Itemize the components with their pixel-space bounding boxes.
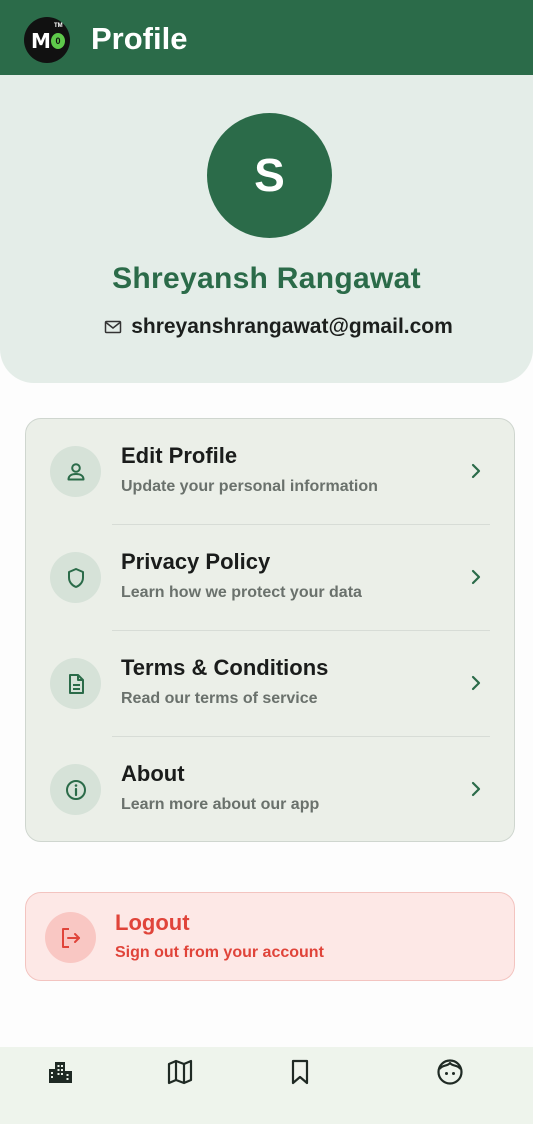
avatar: S — [207, 113, 332, 238]
user-email: shreyanshrangawat@gmail.com — [131, 315, 453, 338]
settings-menu: Edit Profile Update your personal inform… — [25, 418, 515, 842]
app-bar: M 0 TM Profile — [0, 0, 533, 75]
map-icon[interactable] — [166, 1058, 194, 1086]
logout-button[interactable]: Logout Sign out from your account — [25, 892, 515, 981]
chevron-right-icon — [471, 463, 481, 479]
email-row: shreyanshrangawat@gmail.com — [0, 315, 533, 339]
info-icon — [50, 764, 101, 815]
buildings-icon[interactable] — [46, 1058, 74, 1086]
menu-item-about[interactable]: About Learn more about our app — [26, 737, 514, 843]
app-logo: M 0 TM — [24, 17, 70, 63]
document-icon — [50, 658, 101, 709]
bottom-nav — [0, 1047, 533, 1124]
logout-title: Logout — [115, 910, 190, 935]
menu-item-title: Edit Profile — [121, 443, 238, 468]
logo-trademark: TM — [54, 23, 63, 29]
menu-item-title: Terms & Conditions — [121, 655, 329, 680]
shield-icon — [50, 552, 101, 603]
person-icon — [50, 446, 101, 497]
menu-item-edit-profile[interactable]: Edit Profile Update your personal inform… — [26, 419, 514, 525]
chevron-right-icon — [471, 569, 481, 585]
menu-item-title: About — [121, 761, 185, 786]
menu-item-title: Privacy Policy — [121, 549, 271, 574]
menu-item-subtitle: Read our terms of service — [121, 690, 318, 707]
menu-item-subtitle: Learn more about our app — [121, 796, 320, 813]
page-title: Profile — [91, 21, 188, 56]
user-name: Shreyansh Rangawat — [112, 262, 421, 295]
face-icon[interactable] — [436, 1058, 464, 1086]
logout-subtitle: Sign out from your account — [115, 944, 324, 961]
bookmark-icon[interactable] — [286, 1058, 314, 1086]
menu-item-subtitle: Learn how we protect your data — [121, 584, 362, 601]
logout-icon — [45, 912, 96, 963]
menu-item-privacy-policy[interactable]: Privacy Policy Learn how we protect your… — [26, 525, 514, 631]
profile-header: S Shreyansh Rangawat shreyanshrangawat@g… — [0, 75, 533, 383]
logo-badge: 0 — [51, 33, 65, 49]
mail-icon — [104, 320, 122, 334]
menu-item-subtitle: Update your personal information — [121, 478, 378, 495]
chevron-right-icon — [471, 781, 481, 797]
chevron-right-icon — [471, 675, 481, 691]
menu-item-terms-conditions[interactable]: Terms & Conditions Read our terms of ser… — [26, 631, 514, 737]
logo-letter: M — [31, 29, 51, 53]
